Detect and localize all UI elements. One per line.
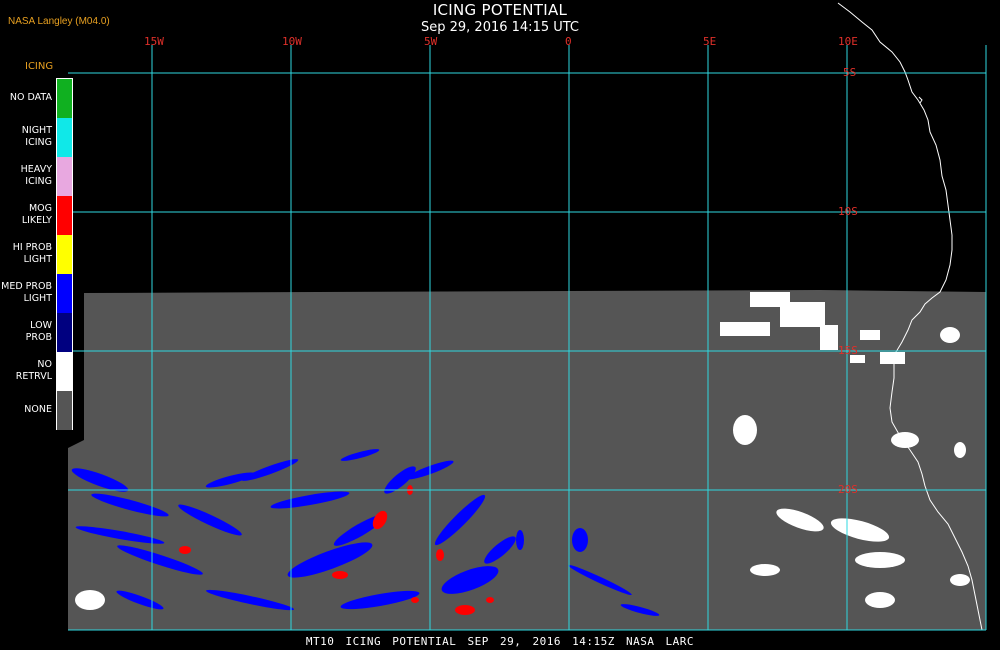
footer-caption: MT10 ICING POTENTIAL SEP 29, 2016 14:15Z…: [305, 635, 695, 648]
legend-label: LOW PROB: [25, 319, 52, 343]
lon-label-10e: 10E: [838, 35, 858, 48]
legend-swatch: [57, 352, 72, 391]
legend-swatch: [57, 274, 72, 313]
legend-label: NIGHT ICING: [21, 124, 52, 148]
legend-swatch: [57, 118, 72, 157]
legend-label: HEAVY ICING: [20, 163, 52, 187]
legend-label: MED PROB LIGHT: [1, 280, 52, 304]
legend-swatch: [57, 313, 72, 352]
legend-swatch: [57, 391, 72, 430]
lat-label-10s: 10S: [838, 205, 858, 218]
legend-label: MOG LIKELY: [21, 202, 52, 226]
legend-title: ICING: [25, 61, 54, 72]
legend-swatch: [57, 79, 72, 118]
legend-label: NO RETRVL: [15, 358, 52, 382]
lat-label-5s: 5S: [843, 66, 857, 79]
lon-label-5w: 5W: [424, 35, 438, 48]
lon-label-10w: 10W: [282, 35, 302, 48]
lon-label-15w: 15W: [144, 35, 164, 48]
satellite-data-region: [68, 290, 986, 630]
lat-label-20s: 20S: [838, 483, 858, 496]
lon-label-5e: 5E: [703, 35, 717, 48]
legend-swatch: [57, 157, 72, 196]
legend-swatch: [57, 196, 72, 235]
icing-map: [68, 2, 987, 631]
legend-label: NO DATA: [9, 91, 52, 103]
legend-swatch: [57, 235, 72, 274]
legend-color-bar: [56, 78, 73, 430]
legend-label: HI PROB LIGHT: [12, 241, 52, 265]
lon-label-0: 0: [565, 35, 572, 48]
legend-label: NONE: [24, 403, 52, 415]
lat-label-15s: 15S: [838, 344, 858, 357]
